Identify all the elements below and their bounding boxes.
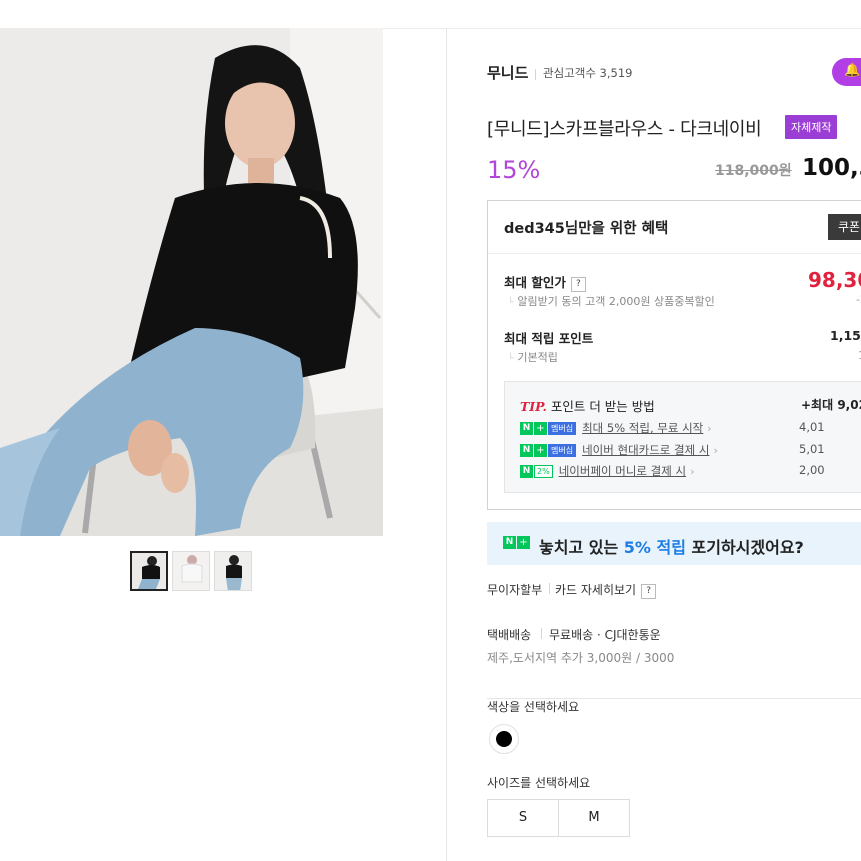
divider: [488, 253, 861, 254]
tip-max: +최대 9,02: [801, 398, 861, 412]
top-bar: [0, 0, 861, 29]
thumbnail-2[interactable]: [172, 551, 210, 591]
notification-button[interactable]: 🔔: [832, 58, 861, 86]
max-discount-sub: 알림받기 동의 고객 2,000원 상품중복할인: [508, 293, 714, 309]
tip-row-text[interactable]: 네이버 현대카드로 결제 시: [582, 442, 709, 458]
banner-text-before: 놓치고 있는: [539, 538, 624, 557]
help-icon[interactable]: ?: [570, 277, 586, 292]
card-detail-link[interactable]: 카드 자세히보기?: [555, 581, 657, 599]
max-discount-sub-value: -2: [856, 293, 861, 306]
max-points-label: 최대 적립 포인트: [504, 331, 594, 346]
size-option-m[interactable]: M: [558, 799, 630, 837]
naver-plus-icon: N +: [503, 536, 530, 549]
sale-price: 100,3: [802, 155, 861, 181]
product-info-panel: 무니드 관심고객수 3,519 🔔 [무니드]스카프블라우스 - 다크네이비 자…: [447, 28, 861, 861]
delivery-fee: 무료배송 · CJ대한통운: [549, 628, 661, 642]
bell-icon: 🔔: [844, 63, 861, 78]
membership-banner[interactable]: N + 놓치고 있는 5% 적립 포기하시겠어요?: [487, 522, 861, 565]
naver-membership-badge: N + 멤버십: [520, 443, 577, 457]
tip-row-text[interactable]: 최대 5% 적립, 무료 시작: [582, 420, 703, 436]
installment-label: 무이자할부: [487, 583, 543, 597]
size-option-label: 사이즈를 선택하세요: [487, 776, 591, 790]
chevron-right-icon: ›: [707, 421, 712, 435]
banner-highlight: 5% 적립: [623, 538, 686, 557]
benefit-box: ded345님만을 위한 혜택 쿠폰 최대 할인가? 98,30 알림받기 동의…: [487, 200, 861, 510]
chevron-right-icon: ›: [713, 443, 718, 457]
thumbnail-3[interactable]: [214, 551, 252, 591]
interest-count: 관심고객수 3,519: [543, 66, 633, 80]
tip-title-text: 포인트 더 받는 방법: [550, 399, 655, 414]
base-points-label: 기본적립: [508, 349, 557, 365]
self-made-badge: 자체제작: [785, 115, 838, 139]
thumbnail-list: [130, 551, 252, 591]
original-price: 118,000원: [715, 163, 792, 179]
delivery-method: 택배배송: [487, 628, 532, 642]
thumbnail-1[interactable]: [130, 551, 168, 591]
tip-row-card[interactable]: N + 멤버십 네이버 현대카드로 결제 시 ›: [520, 442, 718, 458]
tip-row-text[interactable]: 네이버페이 머니로 결제 시: [559, 463, 686, 479]
store-name[interactable]: 무니드: [487, 62, 528, 83]
divider: [549, 583, 550, 594]
tip-row-npay[interactable]: N 2% 네이버페이 머니로 결제 시 ›: [520, 463, 694, 479]
divider: [541, 628, 542, 639]
discount-rate: 15%: [487, 156, 541, 184]
naver-pay-badge: N 2%: [520, 464, 553, 478]
tip-box: TIP. 포인트 더 받는 방법 +최대 9,02 N + 멤버십 최대 5% 적립,…: [504, 381, 861, 493]
delivery-extra: 제주,도서지역 추가 3,000원 / 3000: [487, 651, 675, 665]
color-swatch-black[interactable]: [489, 724, 519, 754]
card-detail-link-text[interactable]: 카드 자세히보기: [555, 583, 636, 597]
max-discount-price: 98,30: [808, 268, 861, 292]
size-option-s[interactable]: S: [487, 799, 559, 837]
tip-title: TIP. 포인트 더 받는 방법: [520, 396, 655, 415]
help-icon[interactable]: ?: [641, 584, 657, 599]
divider: [535, 69, 536, 80]
banner-text: 놓치고 있는 5% 적립 포기하시겠어요?: [539, 534, 804, 558]
tip-row-amount: 5,01: [799, 442, 825, 456]
banner-text-after: 포기하시겠어요?: [685, 538, 804, 557]
color-option-label: 색상을 선택하세요: [487, 700, 580, 714]
tip-row-amount: 4,01: [799, 420, 825, 434]
coupon-button[interactable]: 쿠폰: [828, 214, 861, 240]
product-main-image[interactable]: [0, 28, 383, 536]
chevron-right-icon: ›: [690, 464, 695, 478]
tip-row-membership[interactable]: N + 멤버십 최대 5% 적립, 무료 시작 ›: [520, 420, 712, 436]
benefit-heading: ded345님만을 위한 혜택: [504, 221, 669, 237]
tip-row-amount: 2,00: [799, 463, 825, 477]
naver-membership-badge: N + 멤버십: [520, 421, 577, 435]
product-title: [무니드]스카프블라우스 - 다크네이비: [487, 119, 762, 140]
max-discount-label-text: 최대 할인가: [504, 275, 566, 290]
max-discount-label: 최대 할인가?: [504, 272, 586, 292]
max-points-value: 1,152: [830, 328, 861, 343]
tip-tag: TIP.: [520, 399, 547, 414]
